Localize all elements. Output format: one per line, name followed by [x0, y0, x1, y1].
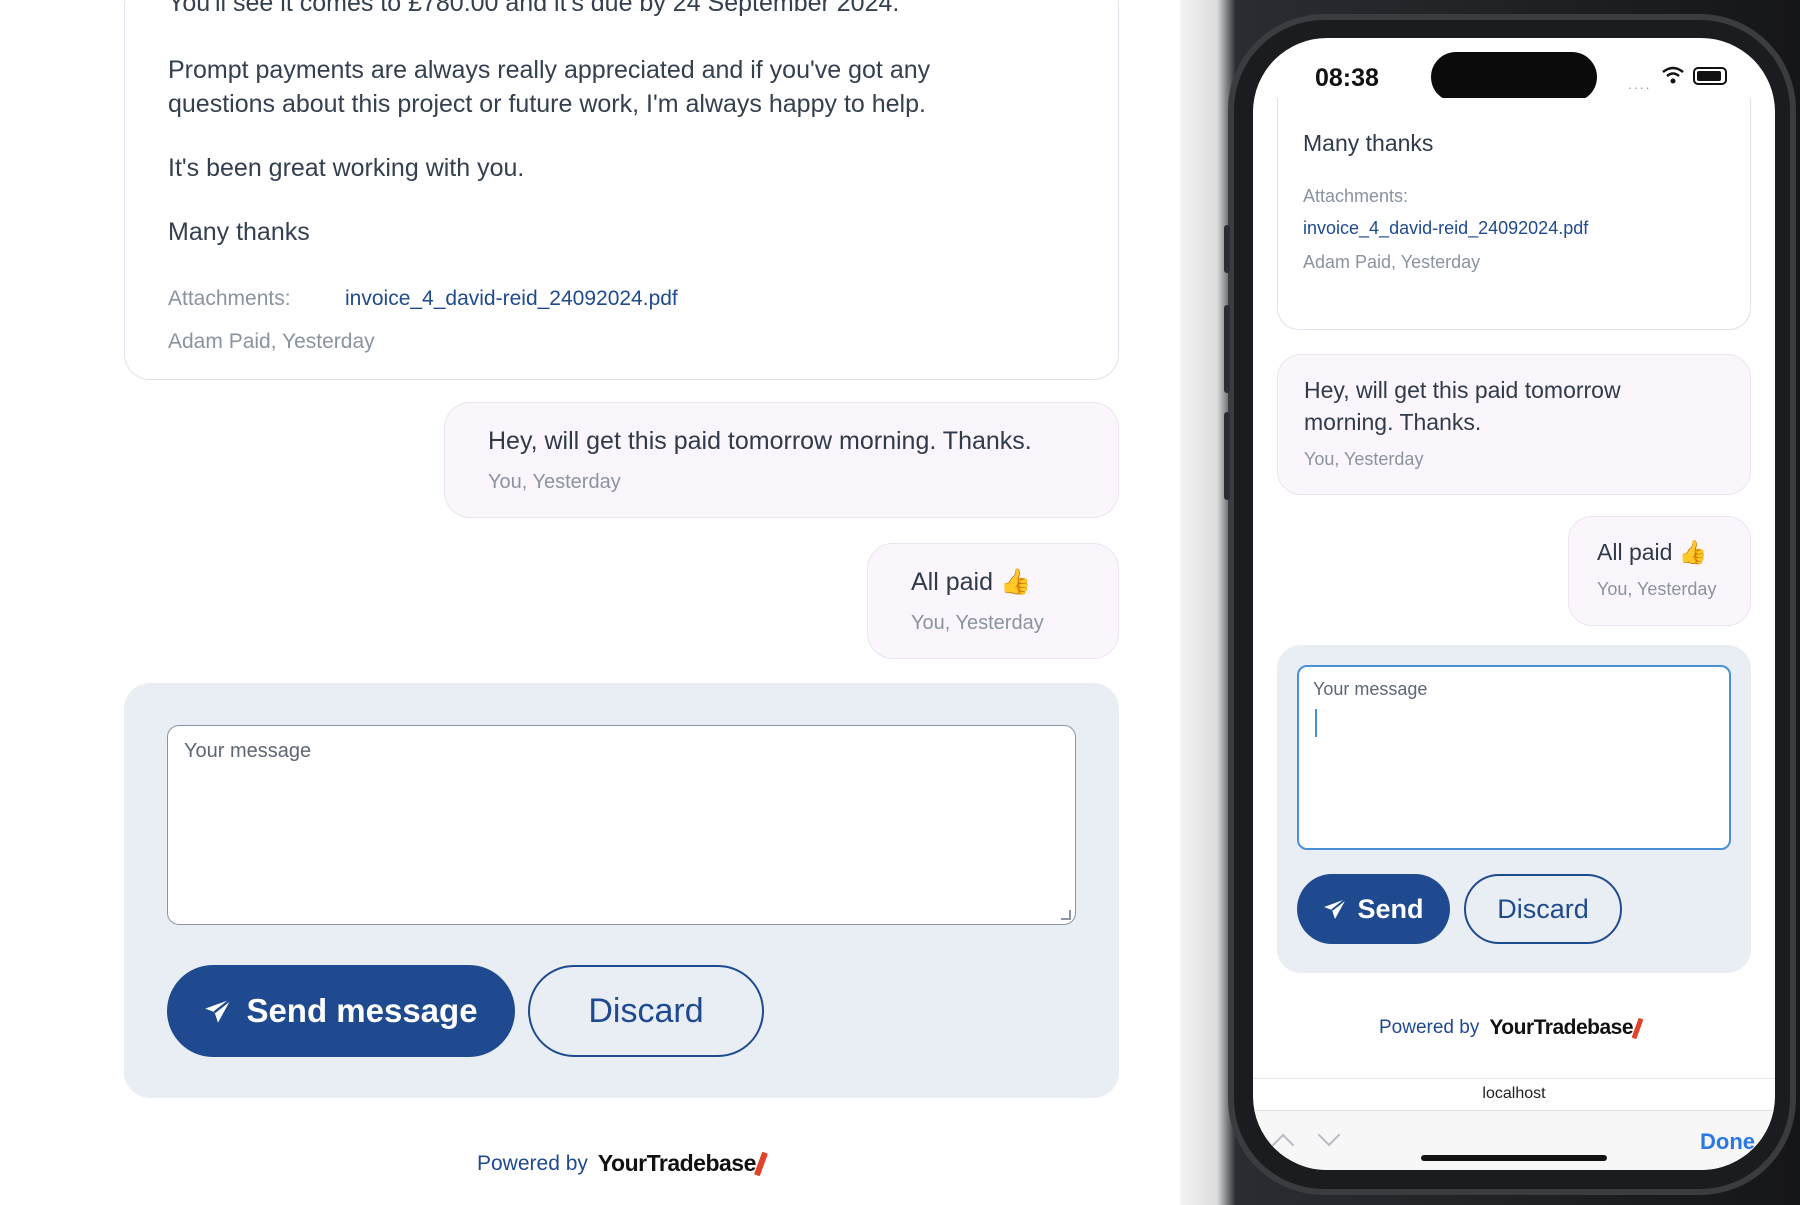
next-field-icon[interactable]	[1317, 1123, 1341, 1147]
battery-icon	[1693, 67, 1727, 85]
message-placeholder: Your message	[184, 740, 312, 762]
email-signoff: Many thanks	[1303, 130, 1434, 156]
phone-screen: 08:38 .... Many thanks Attachments: invo…	[1253, 38, 1775, 1170]
send-message-button[interactable]: Send message	[167, 965, 515, 1057]
previous-field-icon[interactable]	[1271, 1133, 1295, 1157]
message-text: Hey, will get this paid tomorrow	[1304, 377, 1621, 403]
brand-logo: YourTradebase	[1489, 1016, 1634, 1039]
compose-panel: Your message Send message Discard	[124, 683, 1119, 1098]
email-text-line: It's been great working with you.	[168, 154, 525, 182]
paper-plane-icon	[205, 998, 232, 1023]
message-bubble: All paid 👍 You, Yesterday	[1568, 516, 1751, 626]
phone-volume-up-button	[1224, 305, 1230, 393]
pencil-logo-icon	[753, 1151, 768, 1176]
pencil-logo-icon	[1631, 1017, 1644, 1039]
compose-panel: Your message Send Discard	[1277, 645, 1751, 973]
keyboard-accessory-bar: Done	[1253, 1110, 1775, 1170]
email-text-line: Prompt payments are always really apprec…	[168, 56, 931, 84]
status-time: 08:38	[1315, 64, 1379, 92]
send-button[interactable]: Send	[1297, 874, 1450, 944]
attachments-label: Attachments:	[1303, 186, 1409, 206]
signal-icon: ....	[1628, 76, 1652, 92]
email-meta: Adam Paid, Yesterday	[168, 330, 375, 353]
brand-logo: YourTradebase	[597, 1150, 756, 1176]
discard-label: Discard	[588, 991, 704, 1030]
attachments-label: Attachments:	[168, 287, 291, 310]
message-input[interactable]: Your message	[1297, 665, 1731, 850]
text-cursor	[1315, 709, 1317, 737]
message-placeholder: Your message	[1313, 679, 1428, 699]
discard-button[interactable]: Discard	[1464, 874, 1622, 944]
message-text: morning. Thanks.	[1304, 409, 1482, 435]
home-indicator	[1421, 1155, 1607, 1161]
email-meta: Adam Paid, Yesterday	[1303, 252, 1481, 272]
message-text: All paid 👍	[1597, 539, 1708, 565]
message-meta: You, Yesterday	[911, 612, 1044, 634]
message-meta: You, Yesterday	[1304, 449, 1424, 469]
desktop-conversation: You'll see it comes to £780.00 and it's …	[0, 0, 1180, 1205]
message-meta: You, Yesterday	[488, 471, 621, 493]
message-bubble: Hey, will get this paid tomorrow morning…	[1277, 354, 1751, 495]
powered-by-footer[interactable]: Powered by YourTradebase	[1379, 1016, 1644, 1040]
message-text: Hey, will get this paid tomorrow morning…	[488, 427, 1032, 455]
email-signoff: Many thanks	[168, 218, 310, 246]
wifi-icon	[1662, 66, 1684, 84]
powered-by-text: Powered by	[1379, 1017, 1480, 1038]
attachment-link[interactable]: invoice_4_david-reid_24092024.pdf	[345, 287, 678, 311]
message-meta: You, Yesterday	[1597, 579, 1717, 599]
powered-by-footer[interactable]: Powered by YourTradebase	[477, 1150, 768, 1177]
message-bubble: Hey, will get this paid tomorrow morning…	[444, 402, 1119, 518]
attachment-link[interactable]: invoice_4_david-reid_24092024.pdf	[1303, 218, 1588, 239]
address-bar-url[interactable]: localhost	[1253, 1078, 1775, 1110]
message-text: All paid 👍	[911, 568, 1032, 596]
paper-plane-icon	[1324, 898, 1348, 919]
resize-handle-icon[interactable]	[1061, 910, 1071, 920]
discard-label: Discard	[1497, 893, 1589, 924]
send-message-label: Send message	[246, 992, 478, 1029]
phone-volume-down-button	[1224, 412, 1230, 500]
discard-button[interactable]: Discard	[528, 965, 764, 1057]
dynamic-island	[1431, 52, 1597, 102]
email-text-line: questions about this project or future w…	[168, 90, 926, 118]
done-button[interactable]: Done	[1700, 1129, 1755, 1155]
send-label: Send	[1357, 893, 1424, 924]
message-bubble: All paid 👍 You, Yesterday	[867, 543, 1119, 659]
powered-by-text: Powered by	[477, 1151, 588, 1175]
message-input[interactable]: Your message	[167, 725, 1076, 925]
phone-action-button	[1224, 225, 1230, 273]
email-text-line: You'll see it comes to £780.00 and it's …	[168, 0, 900, 17]
